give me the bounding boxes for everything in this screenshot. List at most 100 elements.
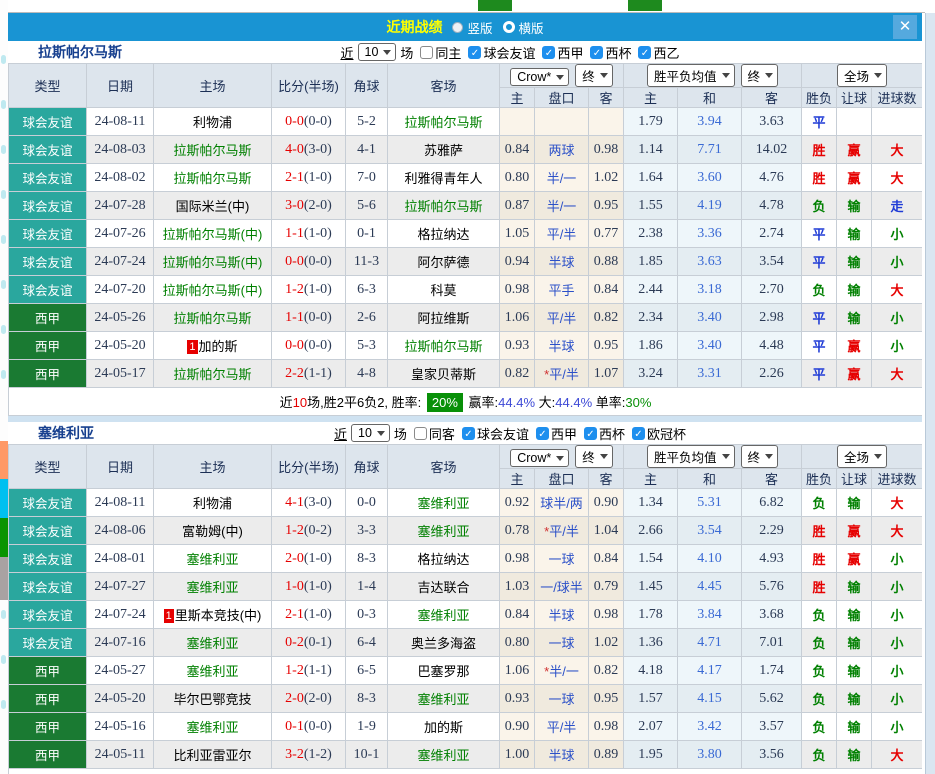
close-button[interactable]: ✕ [893,15,917,39]
away-team-name[interactable]: 阿尔萨德 [417,255,469,270]
away-team[interactable]: 拉斯帕尔马斯 [388,332,500,360]
radio-unselected-icon[interactable] [503,21,515,33]
same-venue-checkbox[interactable] [414,427,427,440]
league-checkbox[interactable]: ✓ [462,427,475,440]
home-team-name[interactable]: 拉斯帕尔马斯(中) [163,255,263,270]
away-team-name[interactable]: 拉斯帕尔马斯 [404,339,482,354]
home-team-name[interactable]: 拉斯帕尔马斯(中) [163,227,263,242]
away-team[interactable]: 塞维利亚 [388,741,500,769]
odds-company-select[interactable]: Crow* [510,68,569,86]
away-team[interactable]: 皇家贝蒂斯 [388,360,500,388]
away-team[interactable]: 拉斯帕尔马斯 [388,108,500,136]
home-team[interactable]: 拉斯帕尔马斯 [154,304,272,332]
match-count-select[interactable]: 10 [351,424,390,442]
away-team-name[interactable]: 格拉纳达 [417,227,469,242]
home-team-name[interactable]: 塞维利亚 [186,580,238,595]
away-team[interactable]: 塞维利亚 [388,685,500,713]
home-team-name[interactable]: 拉斯帕尔马斯 [173,311,251,326]
away-team-name[interactable]: 塞维利亚 [417,496,469,511]
home-team-name[interactable]: 塞维利亚 [186,552,238,567]
home-team-name[interactable]: 毕尔巴鄂竞技 [173,692,251,707]
home-team-name[interactable]: 利物浦 [193,496,232,511]
away-team-name[interactable]: 塞维利亚 [417,748,469,763]
home-team-name[interactable]: 加的斯 [199,339,238,354]
home-team-name[interactable]: 国际米兰(中) [176,199,250,214]
home-team[interactable]: 利物浦 [154,489,272,517]
away-team[interactable]: 巴塞罗那 [388,657,500,685]
league-checkbox[interactable]: ✓ [638,46,651,59]
home-team[interactable]: 利物浦 [154,108,272,136]
league-checkbox[interactable]: ✓ [632,427,645,440]
away-team[interactable]: 吉达联合 [388,573,500,601]
away-team[interactable]: 利雅得青年人 [388,164,500,192]
home-team-name[interactable]: 比利亚雷亚尔 [173,748,251,763]
radio-selected-icon[interactable] [452,22,463,33]
europe-odds-select[interactable]: 胜平负均值 [647,64,735,87]
away-team[interactable]: 塞维利亚 [388,601,500,629]
home-team[interactable]: 塞维利亚 [154,713,272,741]
same-venue-checkbox[interactable] [420,46,433,59]
home-team[interactable]: 富勒姆(中) [154,517,272,545]
away-team-name[interactable]: 苏雅萨 [424,143,463,158]
home-team[interactable]: 毕尔巴鄂竞技 [154,685,272,713]
away-team[interactable]: 拉斯帕尔马斯 [388,192,500,220]
away-team[interactable]: 阿拉维斯 [388,304,500,332]
home-team[interactable]: 拉斯帕尔马斯 [154,136,272,164]
away-team-name[interactable]: 阿拉维斯 [417,311,469,326]
away-team-name[interactable]: 皇家贝蒂斯 [411,367,476,382]
away-team-name[interactable]: 塞维利亚 [417,608,469,623]
near-label[interactable]: 近 [340,43,353,62]
home-team-name[interactable]: 塞维利亚 [186,720,238,735]
home-team[interactable]: 国际米兰(中) [154,192,272,220]
away-team[interactable]: 格拉纳达 [388,220,500,248]
away-team-name[interactable]: 格拉纳达 [417,552,469,567]
home-team-name[interactable]: 塞维利亚 [186,664,238,679]
league-checkbox[interactable]: ✓ [584,427,597,440]
home-team[interactable]: 塞维利亚 [154,573,272,601]
away-team-name[interactable]: 塞维利亚 [417,692,469,707]
home-team[interactable]: 拉斯帕尔马斯 [154,164,272,192]
away-team[interactable]: 加的斯 [388,713,500,741]
orientation-radio-vertical[interactable]: 竖版 [444,18,492,37]
home-team[interactable]: 拉斯帕尔马斯(中) [154,248,272,276]
orientation-radio-horizontal[interactable]: 横版 [495,18,544,37]
europe-odds-select[interactable]: 胜平负均值 [647,445,735,468]
away-team-name[interactable]: 拉斯帕尔马斯 [404,115,482,130]
home-team[interactable]: 1里斯本竞技(中) [154,601,272,629]
league-checkbox[interactable]: ✓ [590,46,603,59]
near-label[interactable]: 近 [334,424,347,443]
home-team-name[interactable]: 富勒姆(中) [182,524,243,539]
away-team-name[interactable]: 塞维利亚 [417,524,469,539]
home-team-name[interactable]: 拉斯帕尔马斯(中) [163,283,263,298]
league-checkbox[interactable]: ✓ [536,427,549,440]
home-team-name[interactable]: 塞维利亚 [186,636,238,651]
home-team-name[interactable]: 拉斯帕尔马斯 [173,171,251,186]
away-team-name[interactable]: 巴塞罗那 [417,664,469,679]
scope-select[interactable]: 全场 [837,445,887,468]
scope-select[interactable]: 全场 [837,64,887,87]
away-team-name[interactable]: 加的斯 [424,720,463,735]
away-team-name[interactable]: 利雅得青年人 [404,171,482,186]
home-team[interactable]: 拉斯帕尔马斯(中) [154,220,272,248]
home-team[interactable]: 比利亚雷亚尔 [154,741,272,769]
away-team[interactable]: 格拉纳达 [388,545,500,573]
away-team[interactable]: 塞维利亚 [388,517,500,545]
odds-final-select[interactable]: 终 [575,445,613,468]
europe-final-select[interactable]: 终 [741,64,779,87]
home-team-name[interactable]: 拉斯帕尔马斯 [173,143,251,158]
home-team[interactable]: 拉斯帕尔马斯(中) [154,276,272,304]
home-team[interactable]: 1加的斯 [154,332,272,360]
away-team-name[interactable]: 拉斯帕尔马斯 [404,199,482,214]
league-checkbox[interactable]: ✓ [468,46,481,59]
home-team[interactable]: 塞维利亚 [154,657,272,685]
home-team[interactable]: 拉斯帕尔马斯 [154,360,272,388]
away-team[interactable]: 科莫 [388,276,500,304]
europe-final-select[interactable]: 终 [741,445,779,468]
away-team[interactable]: 阿尔萨德 [388,248,500,276]
home-team[interactable]: 塞维利亚 [154,545,272,573]
away-team[interactable]: 苏雅萨 [388,136,500,164]
home-team-name[interactable]: 里斯本竞技(中) [175,608,262,623]
odds-company-select[interactable]: Crow* [510,449,569,467]
away-team[interactable]: 塞维利亚 [388,489,500,517]
home-team-name[interactable]: 拉斯帕尔马斯 [173,367,251,382]
